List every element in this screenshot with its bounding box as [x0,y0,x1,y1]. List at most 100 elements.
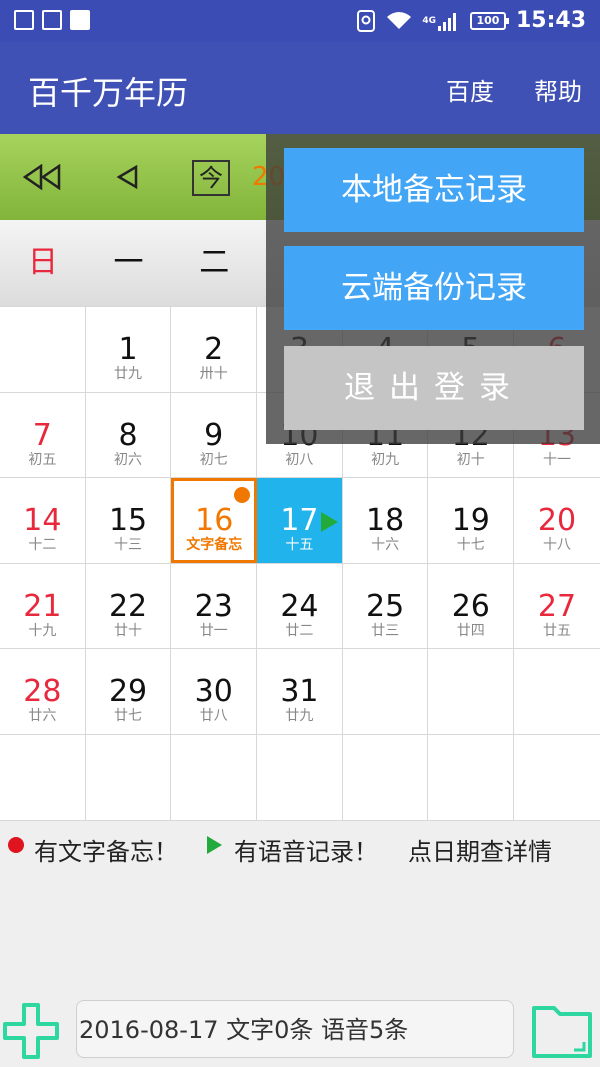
day-number: 26 [451,588,490,624]
lunar-date: 初十 [456,451,485,468]
weekday-sun: 日 [27,245,58,280]
calendar-empty-cell [86,734,172,820]
image-icon [14,10,34,30]
lunar-date: 初七 [199,451,228,468]
lunar-date: 廿四 [456,622,485,639]
calendar-empty-cell [428,734,515,820]
lunar-date: 十一 [542,451,571,468]
add-button[interactable] [2,1002,60,1060]
sim-icon [357,9,376,32]
status-bar: 4G 100 15:43 [0,0,600,42]
lunar-date: 十二 [28,537,57,554]
wifi-icon [387,11,412,29]
day-number: 7 [32,417,52,453]
day-number: 9 [204,417,224,453]
lunar-date: 廿二 [285,622,314,639]
lunar-date: 十六 [371,537,400,554]
lunar-date: 十五 [285,537,314,554]
lunar-date: 十七 [456,537,485,554]
calendar-day-cell[interactable]: 8 初六 [86,392,172,478]
weekday-mon: 一 [113,245,144,280]
day-number: 2 [204,332,224,367]
calendar-day-cell[interactable]: 25 廿三 [343,563,429,649]
day-number: 22 [108,588,148,624]
network-type: 4G [422,15,436,26]
folder-button[interactable] [530,998,594,1060]
calendar-day-cell[interactable]: 15 十三 [86,478,172,563]
calendar-empty-cell [343,649,429,734]
prev-year-button[interactable] [20,158,66,196]
day-number: 31 [280,674,319,710]
double-left-icon [22,164,61,190]
voice-triangle-icon [320,512,338,533]
calendar-empty-cell [0,307,86,392]
calendar-day-cell[interactable]: 16 文字备忘 [171,478,258,563]
legend-voice-record: 有语音记录！ [234,838,378,866]
memo-label: 文字备忘 [186,537,243,554]
lunar-date: 初九 [371,451,400,468]
legend: 有文字备忘！ 有语音记录！ 点日期查详情 [0,820,600,876]
calendar-day-cell[interactable]: 31 廿九 [257,649,343,734]
calendar-day-cell[interactable]: 22 廿十 [86,563,172,649]
day-number: 8 [118,417,138,453]
logout-button[interactable]: 退出登录 [284,346,584,430]
calendar-empty-cell [428,649,515,734]
app-bar: 百千万年历 百度 帮助 [0,42,600,134]
calendar-day-cell[interactable]: 18 十六 [343,478,429,563]
today-button[interactable]: 今 [192,160,230,196]
calendar-week-row: 28 廿六 29 廿七 30 廿八 31 廿九 [0,649,600,735]
cloud-backup-button[interactable]: 云端备份记录 [284,246,584,330]
lunar-date: 廿五 [542,622,571,639]
help-button[interactable]: 帮助 [534,72,582,107]
day-number: 28 [23,674,62,710]
calendar-day-cell[interactable]: 1 廿九 [86,307,172,392]
lunar-date: 十八 [542,537,571,554]
day-number: 27 [537,588,577,624]
calendar-day-cell[interactable]: 9 初七 [171,392,258,478]
weekday-tue: 二 [199,245,230,280]
day-number: 29 [108,674,148,710]
calendar-day-cell[interactable]: 26 廿四 [428,563,515,649]
lunar-date: 初八 [285,451,314,468]
lock-file-icon [42,10,62,30]
plus-icon [3,1003,59,1059]
calendar-day-cell[interactable]: 28 廿六 [0,649,86,734]
calendar-day-cell[interactable]: 14 十二 [0,478,86,563]
baidu-button[interactable]: 百度 [446,72,494,107]
day-number: 19 [451,503,490,539]
lunar-date: 卅十 [199,366,228,382]
lunar-date: 初六 [114,451,143,468]
calendar-day-cell[interactable]: 17 十五 [257,478,343,563]
calendar-day-cell[interactable]: 27 廿五 [514,564,600,649]
calendar-day-cell[interactable]: 24 廿二 [257,563,343,649]
day-number: 20 [537,503,577,539]
calendar-day-cell[interactable]: 30 廿八 [171,649,258,734]
calendar-day-cell[interactable]: 19 十七 [428,478,515,563]
calendar-day-cell[interactable]: 20 十八 [514,478,600,563]
calendar-empty-cell [171,734,258,820]
day-number: 25 [366,588,405,624]
status-left-icons [14,10,90,30]
calendar-day-cell[interactable]: 7 初五 [0,392,86,478]
lunar-date: 十三 [114,537,143,554]
prev-month-button[interactable] [112,158,142,196]
calendar-week-row: 14 十二 15 十三 16 文字备忘 17 十五 18 十六 19 十七 20 十八 [0,478,600,564]
lunar-date: 廿一 [199,622,228,639]
day-number: 1 [118,332,138,367]
calendar-day-cell[interactable]: 21 十九 [0,563,86,649]
calendar-day-cell[interactable]: 23 廿一 [171,563,258,649]
lunar-date: 初五 [28,451,57,468]
lunar-date: 廿九 [285,708,314,725]
day-number: 21 [23,588,62,624]
lunar-date: 廿十 [114,622,143,639]
lunar-date: 廿三 [371,622,400,639]
calendar-day-cell[interactable]: 29 廿七 [86,649,172,734]
calendar-week-row: 21 十九 22 廿十 23 廿一 24 廿二 25 廿三 26 廿四 27 廿五 [0,563,600,650]
day-number: 15 [108,503,148,539]
day-summary: 2016-08-17 文字0条 语音5条 [76,1000,514,1058]
voice-triangle-icon [207,836,222,854]
local-memo-button[interactable]: 本地备忘记录 [284,148,584,232]
calendar-empty-cell [514,649,600,734]
day-number: 23 [194,588,233,624]
calendar-day-cell[interactable]: 2 卅十 [171,307,258,392]
